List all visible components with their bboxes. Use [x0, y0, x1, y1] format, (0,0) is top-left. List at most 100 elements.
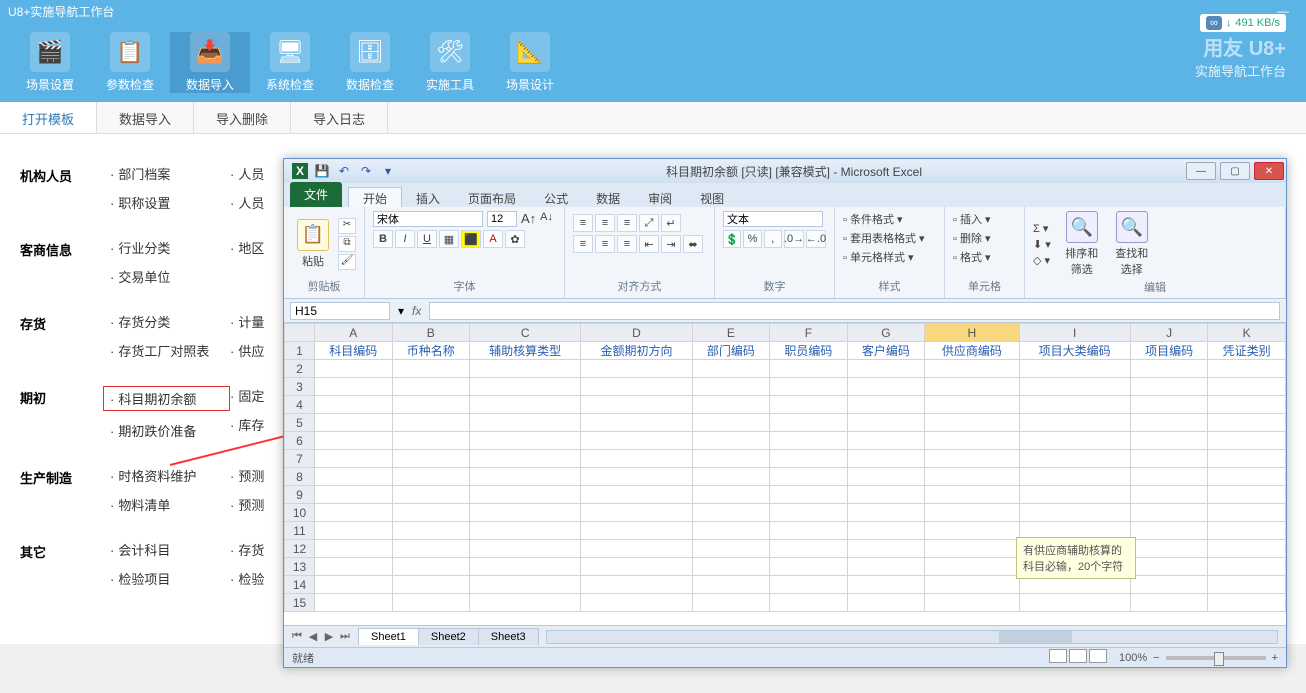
cell-F7[interactable]: [770, 450, 848, 468]
cell-K10[interactable]: [1208, 504, 1286, 522]
cell-J10[interactable]: [1130, 504, 1208, 522]
cell-C13[interactable]: [470, 558, 581, 576]
cell-G13[interactable]: [847, 558, 925, 576]
cell-K2[interactable]: [1208, 360, 1286, 378]
sheet-nav-next-icon[interactable]: ▶: [322, 630, 336, 643]
qat-save-icon[interactable]: 💾: [314, 163, 330, 179]
cell-B14[interactable]: [392, 576, 470, 594]
cell-E5[interactable]: [692, 414, 770, 432]
cell-A13[interactable]: [315, 558, 393, 576]
cell-A12[interactable]: [315, 540, 393, 558]
cell-D2[interactable]: [581, 360, 692, 378]
ribbon-item-单元格样式[interactable]: ▫ 单元格样式 ▾: [843, 249, 914, 265]
qat-undo-icon[interactable]: ↶: [336, 163, 352, 179]
cell-I7[interactable]: [1019, 450, 1130, 468]
align-bottom-icon[interactable]: ≡: [617, 214, 637, 232]
cell-G7[interactable]: [847, 450, 925, 468]
cell-C6[interactable]: [470, 432, 581, 450]
col-header-F[interactable]: F: [770, 324, 848, 342]
cell-I9[interactable]: [1019, 486, 1130, 504]
row-header-12[interactable]: 12: [285, 540, 315, 558]
clear-icon[interactable]: ◇ ▾: [1033, 254, 1051, 267]
cell-C3[interactable]: [470, 378, 581, 396]
cell-D8[interactable]: [581, 468, 692, 486]
cell-C2[interactable]: [470, 360, 581, 378]
ribbon-item-插入[interactable]: ▫ 插入 ▾: [953, 211, 991, 227]
link-存货工厂对照表[interactable]: 存货工厂对照表: [110, 341, 230, 360]
row-header-4[interactable]: 4: [285, 396, 315, 414]
cell-I1[interactable]: 项目大类编码: [1019, 342, 1130, 360]
cell-F5[interactable]: [770, 414, 848, 432]
cell-C15[interactable]: [470, 594, 581, 612]
underline-button[interactable]: U: [417, 230, 437, 248]
file-tab[interactable]: 文件: [290, 182, 342, 207]
fx-icon[interactable]: fx: [412, 304, 421, 318]
link-会计科目[interactable]: 会计科目: [110, 540, 230, 559]
formula-input[interactable]: [429, 302, 1280, 320]
font-color-button[interactable]: A: [483, 230, 503, 248]
cell-H9[interactable]: [925, 486, 1019, 504]
excel-titlebar[interactable]: X 💾 ↶ ↷ ▾ 科目期初余额 [只读] [兼容模式] - Microsoft…: [284, 159, 1286, 183]
link-部门档案[interactable]: 部门档案: [110, 164, 230, 183]
cell-D13[interactable]: [581, 558, 692, 576]
cell-E10[interactable]: [692, 504, 770, 522]
number-format-select[interactable]: [723, 211, 823, 227]
shrink-font-icon[interactable]: A↓: [540, 211, 553, 227]
cell-B13[interactable]: [392, 558, 470, 576]
cell-I8[interactable]: [1019, 468, 1130, 486]
ribbon-场景设置[interactable]: 🎬场景设置: [10, 32, 90, 93]
cell-I5[interactable]: [1019, 414, 1130, 432]
cell-H3[interactable]: [925, 378, 1019, 396]
cell-D1[interactable]: 金额期初方向: [581, 342, 692, 360]
cell-J2[interactable]: [1130, 360, 1208, 378]
row-header-1[interactable]: 1: [285, 342, 315, 360]
cell-C9[interactable]: [470, 486, 581, 504]
cell-E11[interactable]: [692, 522, 770, 540]
cell-H1[interactable]: 供应商编码: [925, 342, 1019, 360]
cell-J14[interactable]: [1130, 576, 1208, 594]
ribbon-item-查找和选择[interactable]: 🔍查找和选择: [1111, 211, 1153, 277]
cell-B2[interactable]: [392, 360, 470, 378]
ribbon-item-格式[interactable]: ▫ 格式 ▾: [953, 249, 991, 265]
cell-E7[interactable]: [692, 450, 770, 468]
cell-A6[interactable]: [315, 432, 393, 450]
indent-dec-icon[interactable]: ⇤: [639, 235, 659, 253]
cell-B5[interactable]: [392, 414, 470, 432]
ribbon-item-排序和筛选[interactable]: 🔍排序和筛选: [1061, 211, 1103, 277]
subtab-导入日志[interactable]: 导入日志: [291, 102, 388, 133]
ribbon-item-删除[interactable]: ▫ 删除 ▾: [953, 230, 991, 246]
row-header-11[interactable]: 11: [285, 522, 315, 540]
row-header-8[interactable]: 8: [285, 468, 315, 486]
link-存货分类[interactable]: 存货分类: [110, 312, 230, 331]
italic-button[interactable]: I: [395, 230, 415, 248]
cell-E15[interactable]: [692, 594, 770, 612]
cell-F3[interactable]: [770, 378, 848, 396]
cell-G12[interactable]: [847, 540, 925, 558]
fill-color-button[interactable]: ⬛: [461, 230, 481, 248]
cut-icon[interactable]: ✂: [338, 218, 356, 234]
cell-F8[interactable]: [770, 468, 848, 486]
ribbon-数据检查[interactable]: 🗄数据检查: [330, 32, 410, 93]
cell-C8[interactable]: [470, 468, 581, 486]
cell-E12[interactable]: [692, 540, 770, 558]
zoom-out-button[interactable]: −: [1153, 652, 1159, 664]
namebox-dropdown-icon[interactable]: ▾: [398, 304, 404, 318]
merge-button[interactable]: ⬌: [683, 235, 703, 253]
cell-J3[interactable]: [1130, 378, 1208, 396]
cell-E1[interactable]: 部门编码: [692, 342, 770, 360]
view-layout-icon[interactable]: [1069, 649, 1087, 663]
dec-decimal-icon[interactable]: ←.0: [806, 230, 826, 248]
row-header-2[interactable]: 2: [285, 360, 315, 378]
cell-G9[interactable]: [847, 486, 925, 504]
cell-F1[interactable]: 职员编码: [770, 342, 848, 360]
subtab-数据导入[interactable]: 数据导入: [97, 102, 194, 133]
cell-K8[interactable]: [1208, 468, 1286, 486]
cell-F2[interactable]: [770, 360, 848, 378]
cell-A4[interactable]: [315, 396, 393, 414]
cell-J1[interactable]: 项目编码: [1130, 342, 1208, 360]
cell-D3[interactable]: [581, 378, 692, 396]
cell-G15[interactable]: [847, 594, 925, 612]
cell-H6[interactable]: [925, 432, 1019, 450]
col-header-J[interactable]: J: [1130, 324, 1208, 342]
cell-G4[interactable]: [847, 396, 925, 414]
